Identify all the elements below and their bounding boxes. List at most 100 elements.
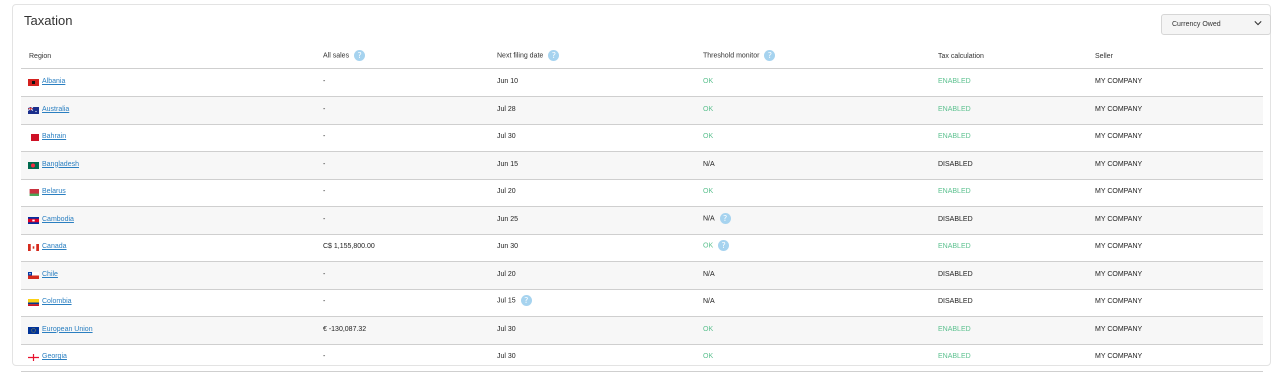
flag-eu-icon: [28, 326, 39, 334]
column-header-region-label: Region: [29, 53, 52, 60]
column-header-tax-calc-label: Tax calculation: [938, 53, 984, 60]
next-filing-cell: Jul 20: [497, 188, 516, 195]
column-header-threshold[interactable]: Threshold monitor?: [703, 50, 776, 61]
currency-select-value: Currency Owed: [1172, 21, 1221, 28]
flag-georgia-icon: [28, 354, 39, 361]
threshold-cell: N/A: [703, 271, 715, 278]
threshold-status: OK: [703, 105, 714, 113]
tax-calc-status: ENABLED: [938, 325, 971, 333]
table-row: Colombia - Jul 15? N/A DISABLED MY COMPANY: [21, 289, 1263, 317]
threshold-status: N/A: [703, 214, 715, 222]
seller-cell: MY COMPANY: [1095, 133, 1143, 140]
flag-australia-icon: [28, 106, 39, 114]
help-icon[interactable]: ?: [718, 240, 730, 251]
next-filing-date: Jul 28: [497, 105, 516, 113]
next-filing-date: Jul 30: [497, 133, 516, 140]
next-filing-date: Jul 15: [497, 297, 516, 305]
region-link[interactable]: Belarus: [42, 188, 66, 195]
next-filing-cell: Jul 30: [497, 326, 516, 333]
tax-calc-status: DISABLED: [938, 160, 973, 168]
region-link[interactable]: Colombia: [42, 298, 72, 305]
seller-cell: MY COMPANY: [1095, 243, 1143, 250]
column-header-all-sales[interactable]: All sales?: [323, 50, 366, 61]
region-link[interactable]: Cambodia: [42, 216, 74, 223]
tax-calc-status: DISABLED: [938, 270, 973, 278]
region-link[interactable]: Bahrain: [42, 133, 66, 140]
seller-cell: MY COMPANY: [1095, 160, 1143, 168]
tax-calc-status: ENABLED: [938, 243, 971, 250]
next-filing-date: Jul 20: [497, 270, 516, 278]
table-row: Bahrain - Jul 30 OK ENABLED MY COMPANY: [21, 124, 1263, 152]
all-sales-cell: -: [323, 270, 326, 278]
region-link[interactable]: Georgia: [42, 353, 67, 360]
threshold-cell: OK: [703, 353, 713, 360]
chevron-down-icon: [1254, 21, 1262, 26]
threshold-status: OK: [703, 78, 714, 85]
help-icon[interactable]: ?: [764, 50, 776, 61]
threshold-status: N/A: [703, 270, 715, 278]
seller-cell: MY COMPANY: [1095, 78, 1143, 85]
next-filing-date: Jul 30: [497, 353, 516, 360]
next-filing-cell: Jul 20: [497, 271, 516, 278]
next-filing-cell: Jun 25: [497, 216, 518, 223]
table-row: Albania - Jun 10 OK ENABLED MY COMPANY: [21, 69, 1263, 97]
threshold-status: OK: [703, 133, 714, 140]
next-filing-date: Jun 10: [497, 78, 519, 85]
column-header-next-filing-label: Next filing date: [497, 52, 544, 60]
column-header-threshold-label: Threshold monitor: [703, 52, 760, 60]
column-header-next-filing[interactable]: Next filing date?: [497, 50, 560, 61]
region-link[interactable]: Australia: [42, 106, 69, 113]
flag-bahrain-icon: [28, 134, 39, 141]
tax-calc-status: ENABLED: [938, 353, 971, 360]
help-icon[interactable]: ?: [520, 295, 532, 306]
threshold-cell: N/A?: [703, 212, 731, 224]
tax-calc-status: DISABLED: [938, 298, 973, 305]
region-link[interactable]: Canada: [42, 243, 67, 250]
seller-cell: MY COMPANY: [1095, 270, 1143, 278]
help-icon[interactable]: ?: [548, 50, 560, 61]
next-filing-cell: Jul 30: [497, 133, 516, 140]
flag-albania-icon: [28, 79, 39, 86]
all-sales-cell: -: [323, 298, 326, 305]
threshold-status: OK: [703, 353, 714, 360]
table-row: Bangladesh - Jun 15 N/A DISABLED MY COMPANY: [21, 151, 1263, 180]
seller-cell: MY COMPANY: [1095, 105, 1143, 113]
table-row: European Union € -130,087.32 Jul 30 OK ENABL…: [21, 316, 1263, 345]
column-header-seller[interactable]: Seller: [1095, 53, 1113, 60]
seller-cell: MY COMPANY: [1095, 215, 1143, 223]
tax-calc-status: ENABLED: [938, 133, 971, 140]
region-link[interactable]: Bangladesh: [42, 161, 79, 168]
table-row: Cambodia - Jun 25 N/A? DISABLED MY COMPANY: [21, 206, 1263, 235]
table-row: Australia - Jul 28 OK ENABLED MY COMPANY: [21, 96, 1263, 125]
seller-cell: MY COMPANY: [1095, 353, 1143, 360]
table-row: Chile - Jul 20 N/A DISABLED MY COMPANY: [21, 261, 1263, 290]
tax-calc-status: ENABLED: [938, 78, 971, 85]
threshold-cell: N/A: [703, 298, 715, 305]
next-filing-cell: Jul 28: [497, 106, 516, 113]
all-sales-cell: € -130,087.32: [323, 325, 367, 333]
threshold-cell: OK: [703, 326, 713, 333]
currency-select[interactable]: Currency Owed: [1161, 14, 1271, 35]
seller-cell: MY COMPANY: [1095, 325, 1143, 333]
next-filing-cell: Jun 15: [497, 161, 518, 168]
column-header-region[interactable]: Region: [29, 53, 51, 60]
all-sales-cell: -: [323, 160, 326, 168]
tax-calc-status: DISABLED: [938, 215, 973, 223]
help-icon[interactable]: ?: [719, 212, 731, 224]
threshold-status: N/A: [703, 298, 715, 305]
threshold-cell: OK?: [703, 240, 730, 251]
tax-calc-status: ENABLED: [938, 105, 971, 113]
help-icon[interactable]: ?: [354, 50, 366, 61]
all-sales-cell: -: [323, 188, 326, 195]
threshold-status: N/A: [703, 160, 715, 168]
region-link[interactable]: Albania: [42, 78, 65, 85]
region-link[interactable]: Chile: [42, 271, 58, 278]
all-sales-cell: -: [323, 105, 326, 113]
next-filing-cell: Jul 15?: [497, 295, 532, 306]
all-sales-cell: -: [323, 215, 326, 223]
next-filing-cell: Jun 30: [497, 243, 518, 250]
column-header-tax-calc[interactable]: Tax calculation: [938, 53, 984, 60]
taxation-panel: Taxation Currency Owed Region All sales?…: [12, 4, 1271, 372]
threshold-status: OK: [703, 188, 714, 195]
region-link[interactable]: European Union: [42, 326, 93, 333]
